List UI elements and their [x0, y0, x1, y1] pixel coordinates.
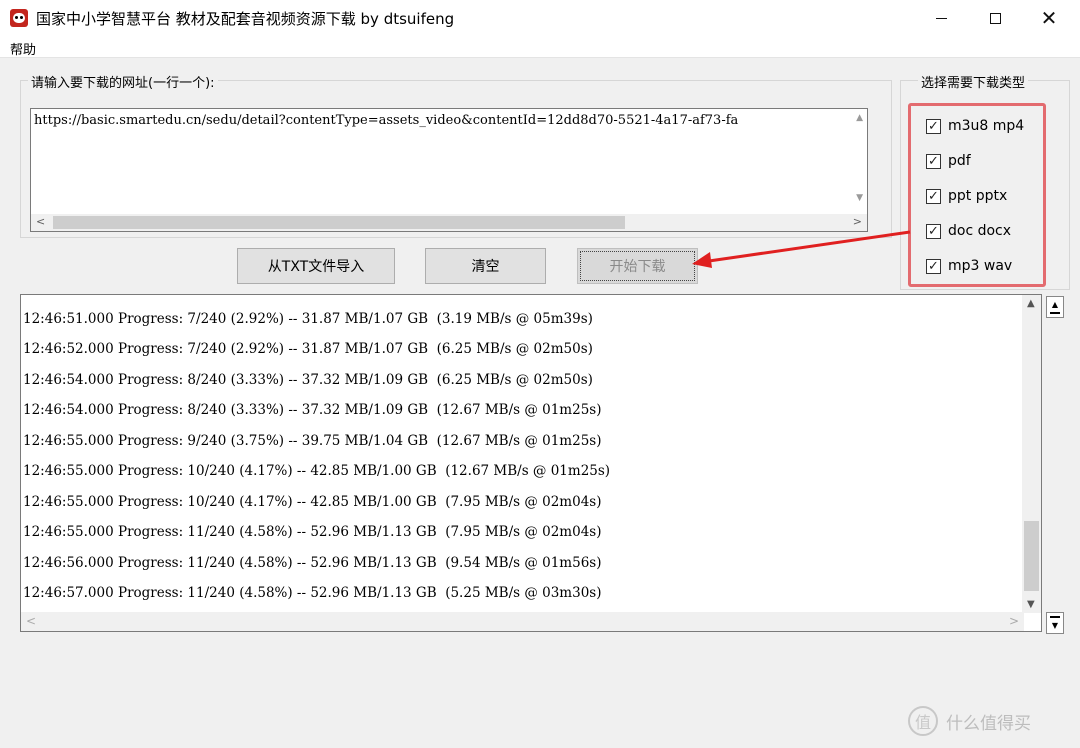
maximize-button[interactable] [972, 0, 1018, 36]
zhi-icon: 值 [908, 706, 938, 736]
maximize-icon [989, 12, 1001, 24]
menu-bar: 帮助 [0, 36, 1080, 58]
minimize-button[interactable] [918, 0, 964, 36]
log-line: 12:46:56.000 Progress: 11/240 (4.58%) --… [23, 555, 602, 571]
type-group-label: 选择需要下载类型 [918, 72, 1029, 91]
log-line: 12:46:51.000 Progress: 7/240 (2.92%) -- … [23, 311, 593, 327]
title-bar: 国家中小学智慧平台 教材及配套音视频资源下载 by dtsuifeng ✕ [0, 0, 1080, 36]
log-horizontal-scrollbar[interactable]: < > [21, 612, 1024, 631]
scroll-left-icon[interactable]: < [26, 614, 36, 628]
log-line: 12:46:54.000 Progress: 8/240 (3.33%) -- … [23, 372, 593, 388]
panda-icon [10, 9, 28, 27]
arrow-head [692, 252, 712, 268]
url-input-text: https://basic.smartedu.cn/sedu/detail?co… [34, 113, 739, 128]
scroll-down-icon[interactable]: ▼ [1027, 599, 1035, 610]
log-line: 12:46:55.000 Progress: 10/240 (4.17%) --… [23, 494, 602, 510]
scroll-down-icon: ▼ [856, 193, 863, 203]
log-line: 12:46:54.000 Progress: 8/240 (3.33%) -- … [23, 402, 602, 418]
scrollbar-thumb[interactable] [53, 216, 625, 229]
bar-icon [1050, 312, 1060, 314]
scroll-right-icon[interactable]: > [1009, 614, 1019, 628]
url-textarea[interactable]: https://basic.smartedu.cn/sedu/detail?co… [30, 108, 868, 232]
url-group-label: 请输入要下载的网址(一行一个): [28, 72, 218, 91]
scrollbar-thumb[interactable] [1024, 521, 1039, 591]
scroll-left-icon[interactable]: < [36, 215, 45, 228]
annotation-arrow [692, 230, 911, 268]
menu-help[interactable]: 帮助 [10, 39, 36, 58]
close-button[interactable]: ✕ [1026, 0, 1072, 36]
watermark-text: 什么值得买 [946, 713, 1031, 734]
close-icon: ✕ [1040, 6, 1058, 30]
log-line: 12:46:57.000 Progress: 11/240 (4.58%) --… [23, 585, 602, 601]
arrow-shaft [701, 230, 911, 264]
import-txt-button[interactable]: 从TXT文件导入 [237, 248, 395, 284]
watermark: 值 什么值得买 [908, 706, 1031, 736]
scroll-bottom-button[interactable]: ▼ [1046, 612, 1064, 634]
scroll-up-icon: ▲ [856, 113, 863, 123]
log-line: 12:46:55.000 Progress: 9/240 (3.75%) -- … [23, 433, 602, 449]
scroll-up-icon: ▲ [1051, 300, 1059, 309]
log-line: 12:46:55.000 Progress: 11/240 (4.58%) --… [23, 524, 602, 540]
bar-icon [1050, 616, 1060, 618]
minimize-icon [935, 17, 947, 19]
log-output[interactable]: 12:46:51.000 Progress: 7/240 (2.92%) -- … [20, 294, 1042, 632]
scroll-up-icon[interactable]: ▲ [1027, 298, 1035, 309]
log-vertical-scrollbar[interactable]: ▲ ▼ [1022, 295, 1041, 613]
log-line: 12:46:52.000 Progress: 7/240 (2.92%) -- … [23, 341, 593, 357]
log-line: 12:46:55.000 Progress: 10/240 (4.17%) --… [23, 463, 611, 479]
scroll-top-button[interactable]: ▲ [1046, 296, 1064, 318]
clear-button[interactable]: 清空 [425, 248, 546, 284]
start-download-label: 开始下载 [609, 259, 666, 275]
window-title: 国家中小学智慧平台 教材及配套音视频资源下载 by dtsuifeng [36, 10, 455, 28]
scroll-down-icon: ▼ [1051, 621, 1059, 630]
highlight-box [908, 103, 1046, 287]
